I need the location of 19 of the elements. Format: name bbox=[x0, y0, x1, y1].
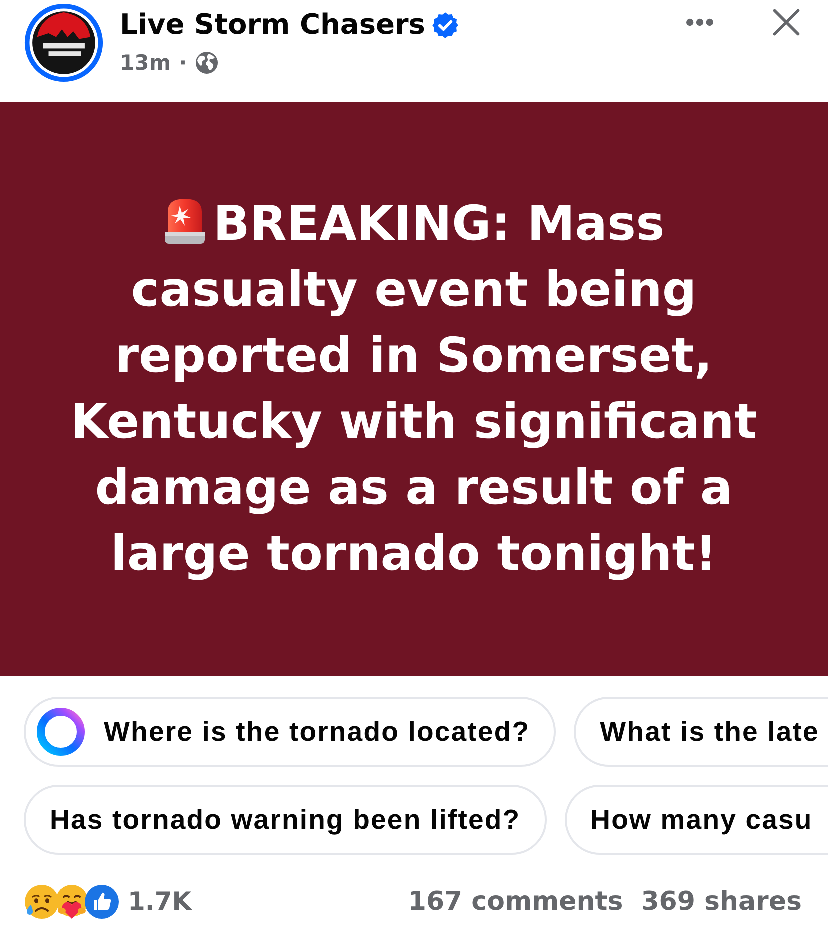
separator-dot: · bbox=[179, 50, 188, 77]
globe-icon bbox=[195, 51, 220, 75]
post-time[interactable]: 13m bbox=[120, 49, 172, 77]
page-name[interactable]: Live Storm Chasers bbox=[120, 7, 426, 43]
close-icon[interactable] bbox=[773, 9, 800, 36]
siren-icon bbox=[163, 196, 208, 246]
comment-count[interactable]: 167 comments bbox=[408, 886, 624, 916]
crying-face-icon[interactable] bbox=[24, 884, 60, 920]
thumbs-up-icon[interactable] bbox=[84, 884, 120, 920]
suggested-question-chip[interactable]: How many casu bbox=[564, 785, 828, 855]
reaction-count[interactable]: 1.7K bbox=[128, 887, 192, 916]
ring-icon bbox=[36, 707, 86, 757]
avatar-icon[interactable] bbox=[24, 3, 104, 83]
suggested-question-chip[interactable]: Where is the tornado located? bbox=[24, 697, 556, 767]
more-options-icon[interactable] bbox=[685, 18, 715, 27]
share-count[interactable]: 369 shares bbox=[641, 886, 802, 916]
suggested-question-chip[interactable]: What is the late bbox=[574, 697, 828, 767]
suggested-question-chip[interactable]: Has tornado warning been lifted? bbox=[24, 785, 547, 855]
headline-text: BREAKING: Mass casualty event being reported in Somerset, Kentucky with significant damage as a result of a large tornado tonight! bbox=[70, 195, 758, 584]
